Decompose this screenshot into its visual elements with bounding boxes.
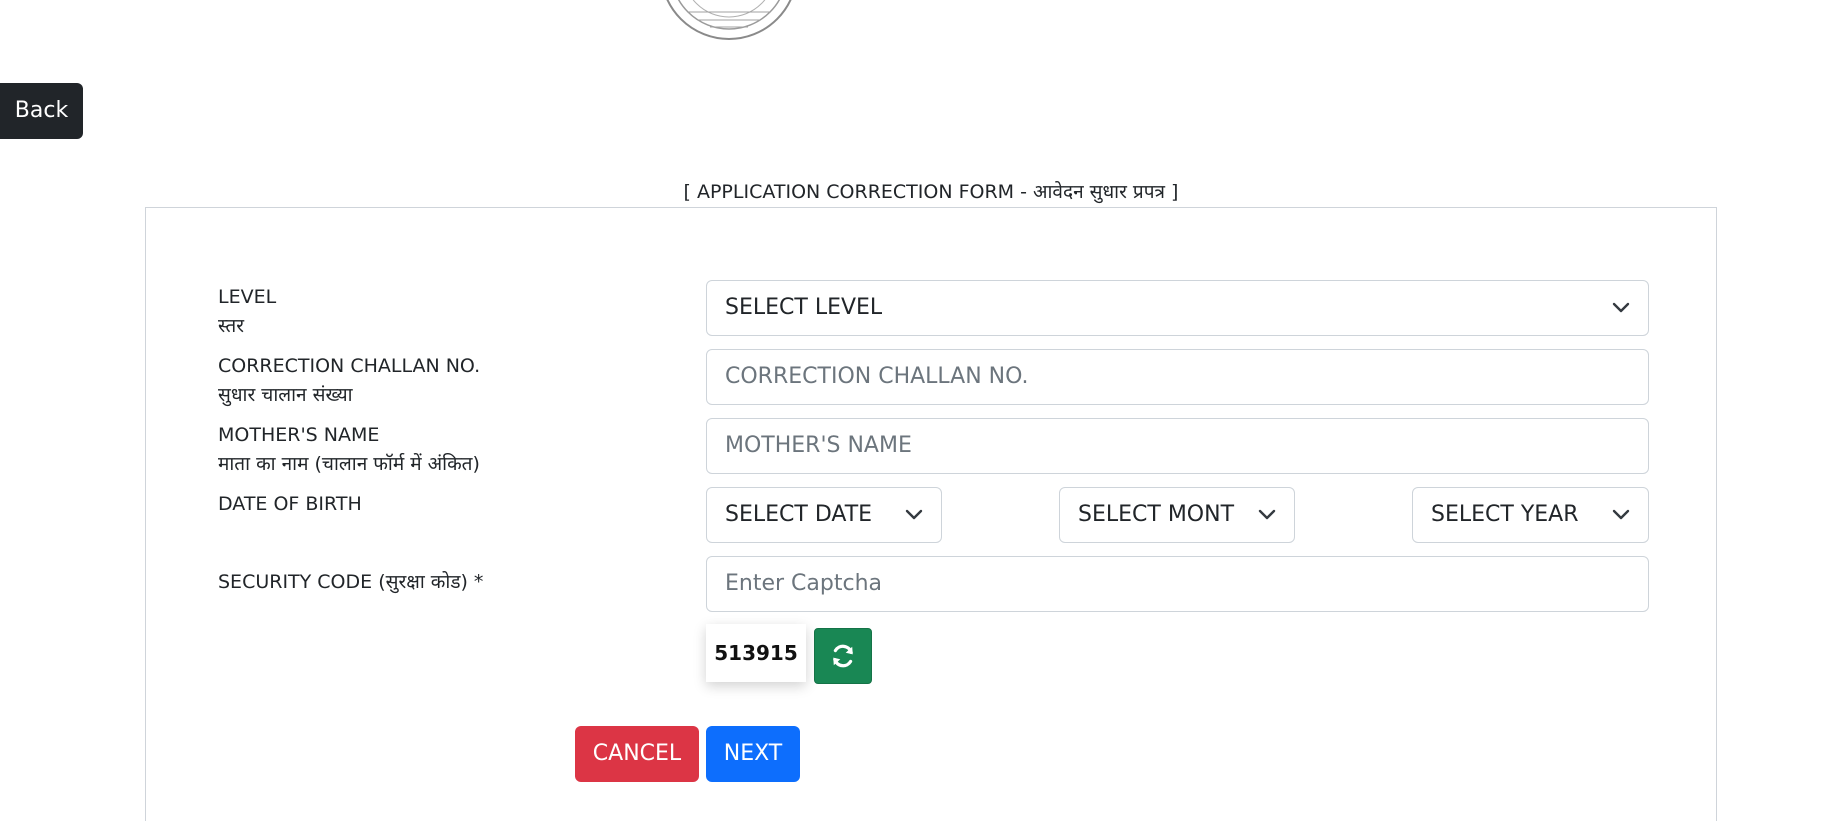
mother-label: MOTHER'S NAME माता का नाम (चालान फॉर्म म… [218,421,480,479]
board-seal-logo [666,0,792,40]
back-button[interactable]: Back [0,83,83,139]
dob-month-value: SELECT MONTH [1078,502,1236,527]
chevron-down-icon [1258,509,1276,520]
dob-date-select[interactable]: SELECT DATE [706,487,942,543]
dob-date-value: SELECT DATE [725,502,873,527]
refresh-captcha-button[interactable] [814,628,872,684]
challan-input[interactable]: CORRECTION CHALLAN NO. [706,349,1649,405]
challan-label-en: CORRECTION CHALLAN NO. [218,355,481,377]
level-label-hi: स्तर [218,315,244,337]
challan-label-hi: सुधार चालान संख्या [218,384,353,406]
cancel-button[interactable]: CANCEL [575,726,699,782]
challan-label: CORRECTION CHALLAN NO. सुधार चालान संख्य… [218,352,480,410]
mother-name-input[interactable]: MOTHER'S NAME [706,418,1649,474]
chevron-down-icon [1612,509,1630,520]
next-button[interactable]: NEXT [706,726,800,782]
level-label: LEVEL स्तर [218,283,276,341]
chevron-down-icon [905,509,923,520]
captcha-input[interactable]: Enter Captcha [706,556,1649,612]
refresh-icon [833,644,853,668]
mother-label-hi: माता का नाम (चालान फॉर्म में अंकित) [218,453,480,475]
chevron-down-icon [1612,302,1630,313]
level-select[interactable]: SELECT LEVEL [706,280,1649,336]
level-label-en: LEVEL [218,286,277,308]
captcha-code: 513915 [706,624,806,682]
dob-year-value: SELECT YEAR [1431,502,1579,527]
level-select-value: SELECT LEVEL [725,295,883,320]
form-title: [ APPLICATION CORRECTION FORM - आवेदन सु… [683,181,1179,203]
page: Back [ APPLICATION CORRECTION FORM - आवे… [0,0,1847,821]
dob-label: DATE OF BIRTH [218,493,362,515]
security-code-label: SECURITY CODE (सुरक्षा कोड) * [218,571,484,593]
dob-month-select[interactable]: SELECT MONTH [1059,487,1295,543]
dob-year-select[interactable]: SELECT YEAR [1412,487,1649,543]
mother-label-en: MOTHER'S NAME [218,424,380,446]
